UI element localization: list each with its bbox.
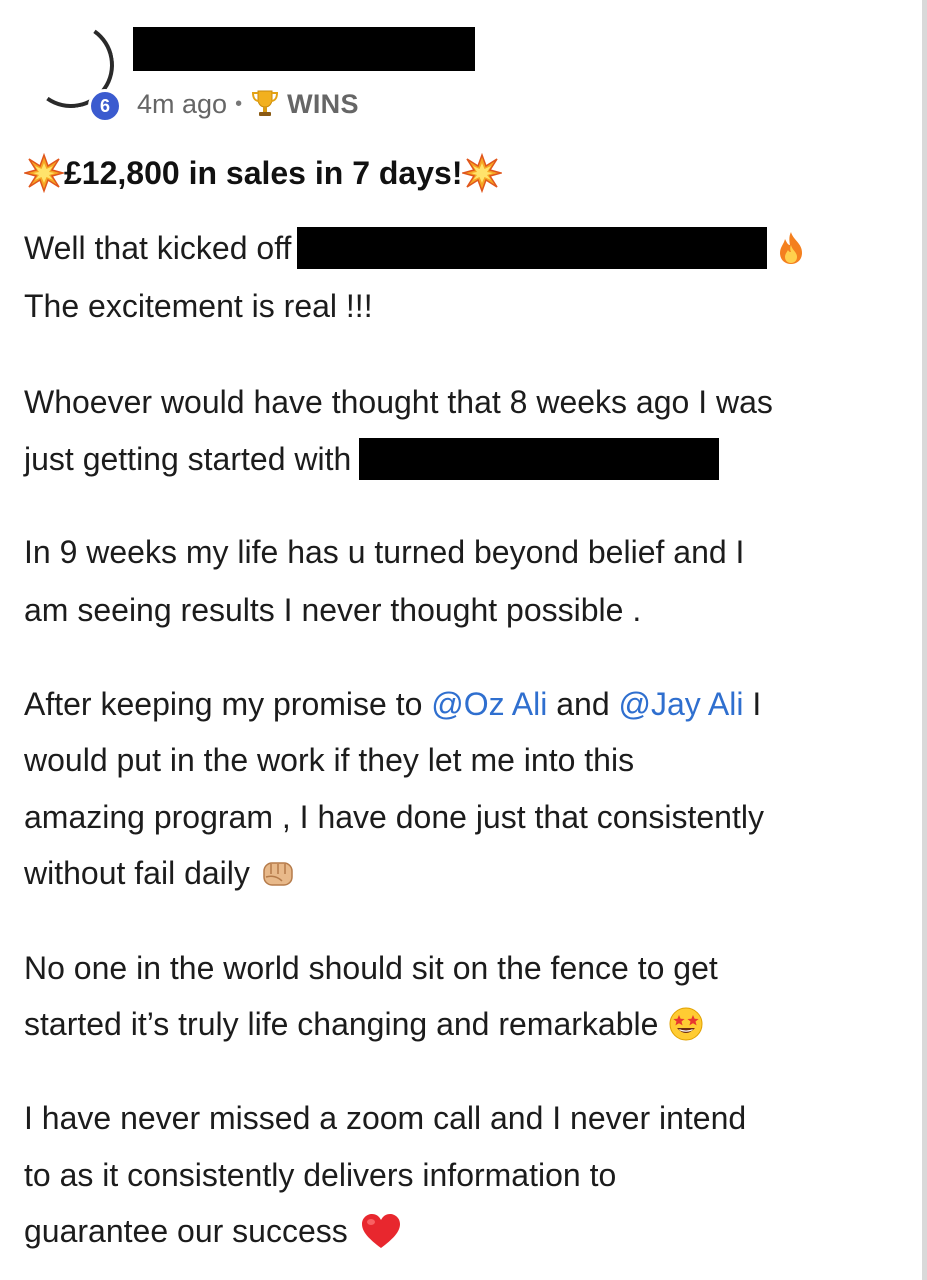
body-line: After keeping my promise to @Oz Ali and … bbox=[24, 684, 761, 724]
body-text: and bbox=[556, 686, 610, 722]
red-heart-emoji bbox=[361, 1214, 400, 1248]
body-text: would put in the work if they let me int… bbox=[24, 742, 635, 778]
page-right-border bbox=[922, 0, 927, 1280]
body-text: After keeping my promise to bbox=[24, 686, 423, 722]
body-text: without fail daily bbox=[24, 855, 250, 891]
body-text: Whoever would have thought that 8 weeks … bbox=[24, 384, 773, 420]
post-title-text: £12,800 in sales in 7 days! bbox=[64, 154, 463, 191]
post-meta: 4m ago • WINS bbox=[137, 84, 359, 124]
level-badge: 6 bbox=[88, 89, 122, 123]
body-line: without fail daily bbox=[24, 853, 296, 893]
body-line: No one in the world should sit on the fe… bbox=[24, 948, 718, 988]
body-line: started it’s truly life changing and rem… bbox=[24, 1004, 704, 1044]
body-line: In 9 weeks my life has u turned beyond b… bbox=[24, 532, 744, 572]
body-text: started it’s truly life changing and rem… bbox=[24, 1006, 659, 1042]
body-line: would put in the work if they let me int… bbox=[24, 740, 634, 780]
body-text: to as it consistently delivers informati… bbox=[24, 1157, 617, 1193]
collision-emoji bbox=[24, 153, 64, 193]
trophy-icon bbox=[252, 90, 279, 116]
fire-emoji bbox=[780, 232, 803, 264]
body-text: No one in the world should sit on the fe… bbox=[24, 950, 718, 986]
body-line: am seeing results I never thought possib… bbox=[24, 590, 641, 630]
star-struck-emoji bbox=[669, 1007, 703, 1041]
body-line: guarantee our success bbox=[24, 1211, 402, 1251]
redacted-text bbox=[297, 227, 768, 269]
body-line: amazing program , I have done just that … bbox=[24, 797, 764, 837]
body-line: The excitement is real !!! bbox=[24, 286, 373, 326]
body-text: I bbox=[752, 686, 762, 722]
body-line: to as it consistently delivers informati… bbox=[24, 1155, 616, 1195]
body-text: amazing program , I have done just that … bbox=[24, 799, 764, 835]
timestamp: 4m ago bbox=[137, 88, 228, 119]
body-text: The excitement is real !!! bbox=[24, 288, 373, 324]
category-label[interactable]: WINS bbox=[287, 89, 359, 120]
mention-jay-ali[interactable]: @Jay Ali bbox=[619, 684, 744, 724]
meta-separator: • bbox=[235, 92, 243, 115]
oncoming-fist-emoji bbox=[263, 862, 293, 886]
body-line: Well that kicked off bbox=[24, 227, 809, 269]
body-text: Well that kicked off bbox=[24, 230, 292, 266]
body-line: Whoever would have thought that 8 weeks … bbox=[24, 382, 773, 422]
body-line: just getting started with bbox=[24, 438, 720, 480]
collision-emoji bbox=[462, 153, 503, 193]
author-name-redacted bbox=[133, 27, 475, 71]
redacted-text bbox=[359, 438, 720, 480]
body-text: guarantee our success bbox=[24, 1213, 348, 1249]
body-text: am seeing results I never thought possib… bbox=[24, 592, 642, 628]
post-title: £12,800 in sales in 7 days! bbox=[24, 148, 503, 198]
mention-oz-ali[interactable]: @Oz Ali bbox=[431, 684, 547, 724]
body-text: I have never missed a zoom call and I ne… bbox=[24, 1100, 747, 1136]
body-text: just getting started with bbox=[24, 441, 352, 477]
body-line: I have never missed a zoom call and I ne… bbox=[24, 1098, 746, 1138]
body-text: In 9 weeks my life has u turned beyond b… bbox=[24, 534, 745, 570]
